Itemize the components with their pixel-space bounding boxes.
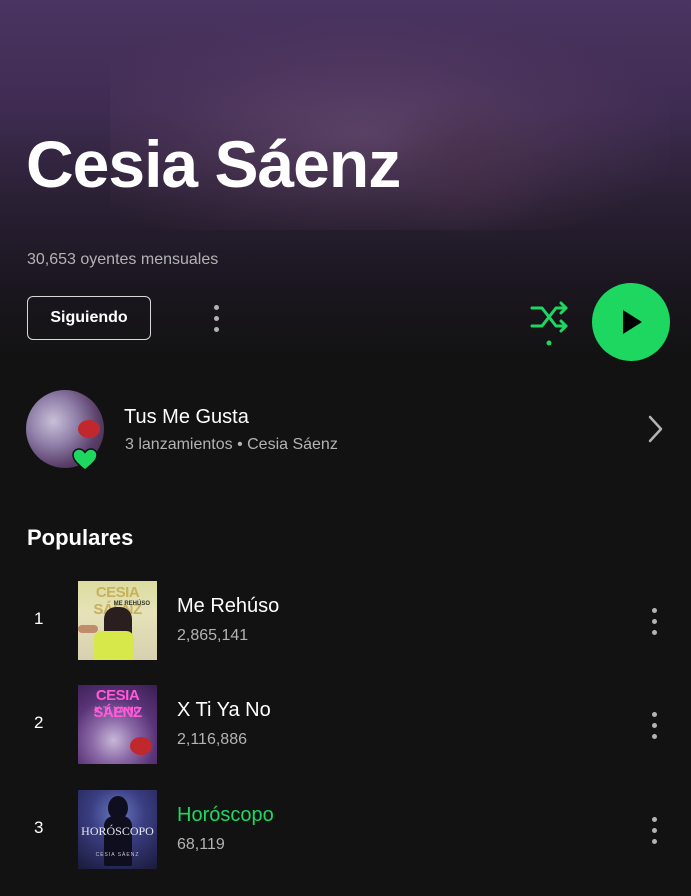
play-icon (623, 310, 642, 334)
track-play-count: 2,865,141 (177, 627, 249, 644)
track-row[interactable]: 1 CESIA SÁENZ ME REHÚSO Me Rehúso 2,865,… (0, 581, 691, 661)
more-vertical-icon[interactable] (644, 705, 664, 745)
track-cover: CESIA SÁENZ X TI YA NO (78, 685, 157, 764)
heart-icon (72, 448, 98, 472)
play-button[interactable] (592, 283, 670, 361)
track-play-count: 2,116,886 (177, 731, 247, 748)
track-number: 1 (34, 609, 44, 628)
release-subtitle: 3 lanzamientos • Cesia Sáenz (125, 436, 338, 453)
track-cover: HORÓSCOPO CESIA SÁENZ (78, 790, 157, 869)
more-vertical-icon[interactable] (644, 810, 664, 850)
cover-title-text: X TI YA NO (94, 705, 141, 715)
more-vertical-icon[interactable] (644, 601, 664, 641)
track-row[interactable]: 3 HORÓSCOPO CESIA SÁENZ Horóscopo 68,119 (0, 790, 691, 870)
more-vertical-icon[interactable] (206, 298, 226, 338)
release-title: Tus Me Gusta (124, 406, 249, 428)
popular-heading: Populares (27, 525, 134, 550)
following-button[interactable]: Siguiendo (27, 296, 151, 340)
cover-artist-text: CESIA SÁENZ (93, 687, 142, 721)
track-cover: CESIA SÁENZ ME REHÚSO (78, 581, 157, 660)
chevron-right-icon[interactable] (644, 414, 666, 444)
artist-header-image-shadow (380, 90, 560, 240)
track-row[interactable]: 2 CESIA SÁENZ X TI YA NO X Ti Ya No 2,11… (0, 685, 691, 765)
track-number: 2 (34, 713, 44, 732)
liked-releases-row[interactable]: Tus Me Gusta 3 lanzamientos • Cesia Sáen… (0, 386, 691, 476)
monthly-listeners: 30,653 oyentes mensuales (27, 251, 219, 268)
track-play-count: 68,119 (177, 836, 225, 853)
cover-title-text: HORÓSCOPO (81, 824, 154, 838)
track-number: 3 (34, 818, 44, 837)
cover-artist-text: CESIA SÁENZ (95, 852, 140, 858)
track-title-playing: Horóscopo (177, 804, 274, 826)
track-title: X Ti Ya No (177, 699, 271, 721)
artist-name: Cesia Sáenz (26, 127, 401, 201)
track-title: Me Rehúso (177, 595, 280, 617)
shuffle-icon[interactable] (528, 300, 572, 346)
